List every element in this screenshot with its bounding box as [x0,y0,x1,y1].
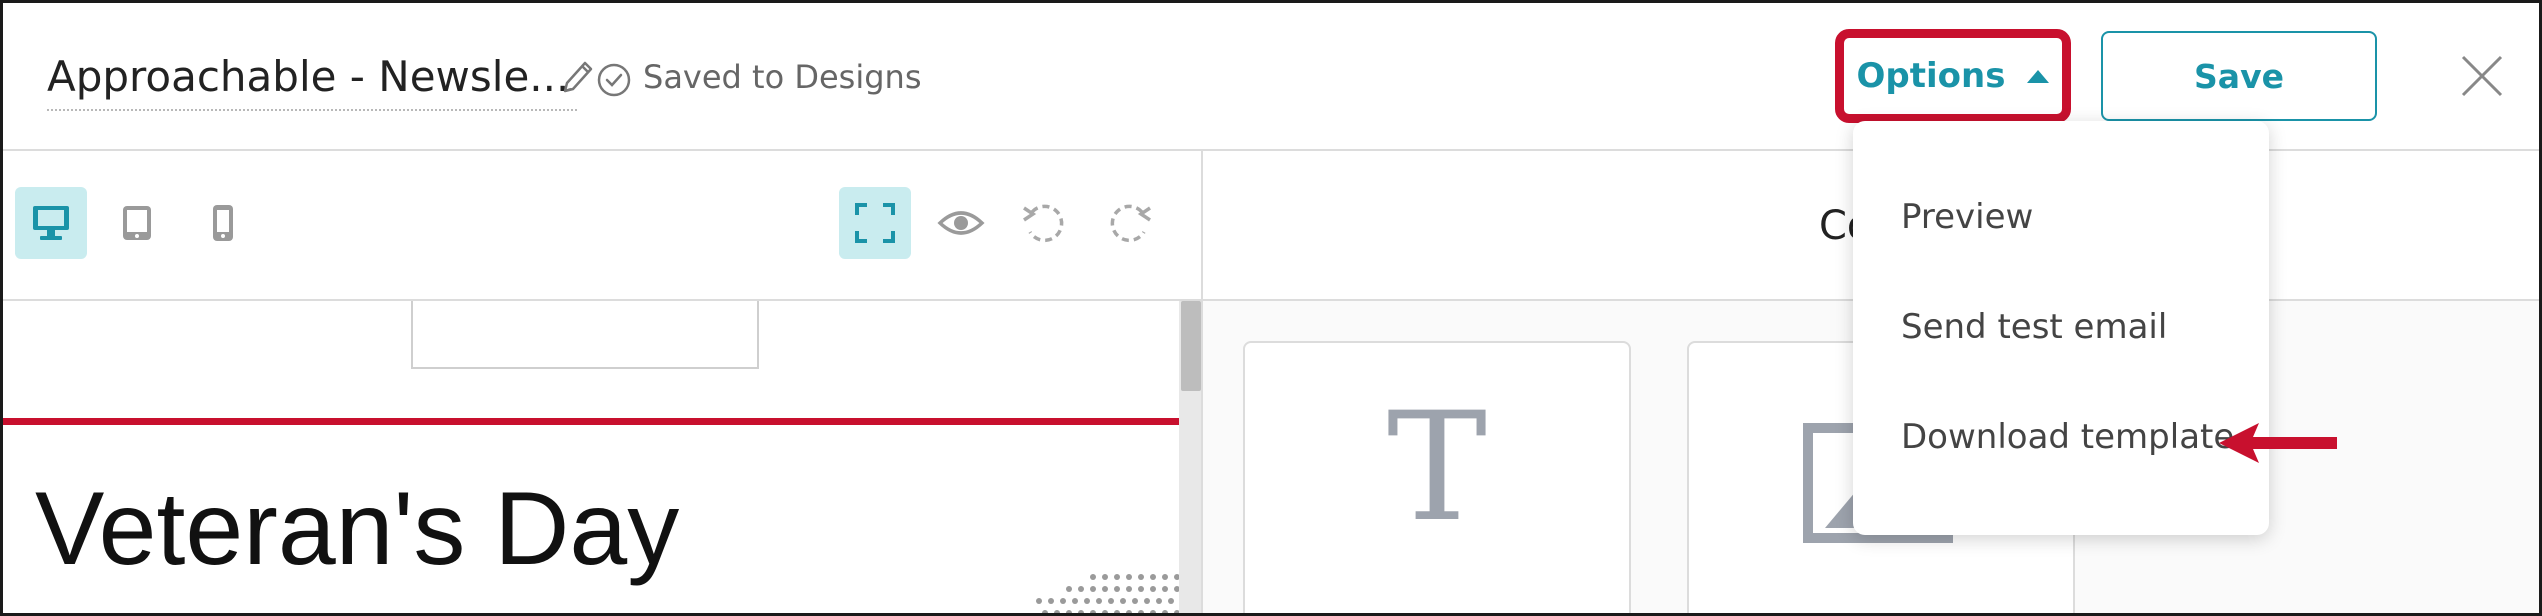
options-button[interactable]: Options [1849,43,2057,109]
email-canvas[interactable]: Veteran's Day [3,301,1179,613]
annotation-arrow-icon [2219,423,2337,463]
tablet-view-button[interactable] [101,187,173,259]
text-block-icon: T [1386,381,1488,555]
mobile-icon [213,205,233,241]
menu-item-send-test-email[interactable]: Send test email [1901,303,2167,351]
menu-item-download-template[interactable]: Download template [1901,413,2234,461]
desktop-view-button[interactable] [15,187,87,259]
close-icon[interactable] [2459,53,2505,99]
undo-button[interactable] [1009,187,1081,259]
menu-item-preview[interactable]: Preview [1901,193,2033,241]
eye-icon [937,211,985,235]
saved-status: Saved to Designs [643,58,922,96]
redo-icon [1110,204,1151,243]
pencil-icon[interactable] [559,57,595,97]
mobile-view-button[interactable] [187,187,259,259]
options-dropdown-menu: Preview Send test email Download templat… [1853,121,2269,535]
headline-text[interactable]: Veteran's Day [35,469,679,589]
tablet-icon [123,206,151,240]
design-title-field[interactable]: Approachable - Newsle... [47,47,577,111]
fullscreen-icon [855,203,895,243]
editor-toolbar [3,151,1203,301]
divider-line [3,418,1179,425]
desktop-icon [33,206,69,240]
check-circle-icon [597,63,631,97]
preview-toggle-button[interactable] [925,187,997,259]
text-block-card[interactable]: T [1243,341,1631,613]
options-label: Options [1856,56,2006,96]
dot-pattern-decoration [1036,574,1179,613]
caret-up-icon [2027,69,2050,83]
app-window: Approachable - Newsle... Saved to Design… [0,0,2542,616]
redo-button[interactable] [1093,187,1165,259]
save-button[interactable]: Save [2101,31,2377,121]
canvas-scrollbar-thumb[interactable] [1181,301,1201,391]
image-placeholder[interactable] [411,301,759,369]
fullscreen-button[interactable] [839,187,911,259]
undo-icon [1023,204,1064,243]
